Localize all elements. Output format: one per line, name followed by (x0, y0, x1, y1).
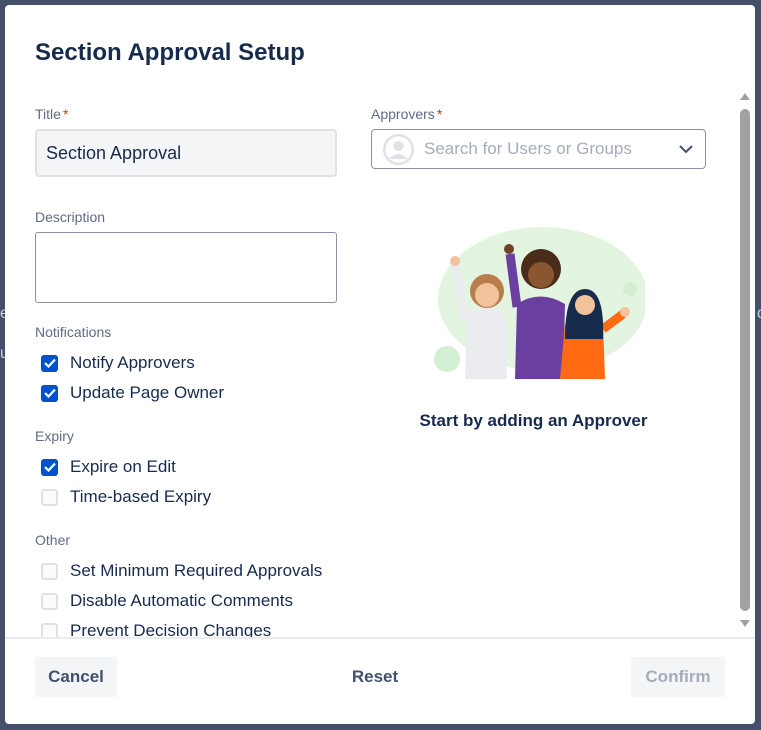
expiry-label: Expiry (35, 428, 74, 444)
checkbox-checked[interactable] (41, 458, 58, 476)
title-label-text: Title (35, 106, 61, 122)
prevent-decision-changes-checkbox[interactable]: Prevent Decision Changes (41, 620, 271, 637)
user-avatar-icon (383, 133, 414, 165)
checkbox-label: Disable Automatic Comments (70, 591, 293, 610)
approvers-select[interactable]: Search for Users or Groups (371, 129, 706, 169)
checkbox-unchecked[interactable] (41, 562, 58, 580)
checkbox-label: Update Page Owner (70, 383, 225, 402)
other-label: Other (35, 532, 71, 548)
time-based-expiry-checkbox[interactable]: Time-based Expiry (41, 486, 211, 508)
description-label: Description (35, 209, 106, 225)
notifications-label: Notifications (35, 324, 112, 340)
approvers-placeholder: Search for Users or Groups (424, 139, 632, 158)
scroll-down-arrow-icon[interactable] (739, 619, 751, 629)
dialog-footer: Cancel Reset Confirm (5, 637, 755, 724)
title-input[interactable] (35, 129, 337, 177)
dialog-body[interactable]: Title* Description Notifications Notify … (5, 89, 755, 637)
title-label: Title * (35, 106, 68, 122)
min-required-approvals-checkbox[interactable]: Set Minimum Required Approvals (41, 560, 322, 582)
checkbox-unchecked[interactable] (41, 622, 58, 637)
chevron-down-icon[interactable] (667, 144, 705, 154)
checkbox-unchecked[interactable] (41, 592, 58, 610)
approvers-label: Approvers * (371, 106, 442, 122)
expire-on-edit-checkbox[interactable]: Expire on Edit (41, 456, 176, 478)
scroll-up-arrow-icon[interactable] (739, 91, 751, 101)
reset-button[interactable]: Reset (335, 657, 415, 697)
checkbox-label: Prevent Decision Changes (70, 621, 272, 637)
disable-auto-comments-checkbox[interactable]: Disable Automatic Comments (41, 590, 293, 612)
scrollbar-thumb[interactable] (740, 109, 750, 611)
checkbox-label: Notify Approvers (70, 353, 195, 372)
checkbox-label: Time-based Expiry (70, 487, 212, 506)
cancel-button[interactable]: Cancel (35, 657, 117, 697)
approval-setup-dialog: Section Approval Setup Title* Descriptio… (5, 5, 755, 724)
notify-approvers-checkbox[interactable]: Notify Approvers (41, 352, 195, 374)
description-textarea[interactable] (35, 232, 337, 303)
required-marker: * (436, 106, 443, 122)
checkbox-checked[interactable] (41, 384, 58, 402)
update-page-owner-checkbox[interactable]: Update Page Owner (41, 382, 224, 404)
empty-state-message: Start by adding an Approver (419, 411, 648, 430)
required-marker: * (62, 106, 69, 122)
checkbox-unchecked[interactable] (41, 488, 58, 506)
vertical-scrollbar[interactable] (738, 89, 752, 637)
approvers-label-text: Approvers (371, 106, 435, 122)
check-icon (43, 358, 56, 368)
checkbox-label: Expire on Edit (70, 457, 176, 476)
check-icon (43, 462, 56, 472)
checkbox-checked[interactable] (41, 354, 58, 372)
dialog-title: Section Approval Setup (35, 39, 305, 66)
checkbox-label: Set Minimum Required Approvals (70, 561, 323, 580)
confirm-button[interactable]: Confirm (631, 657, 725, 697)
people-waving-illustration (434, 227, 645, 379)
background-text: d (757, 305, 761, 323)
check-icon (43, 388, 56, 398)
